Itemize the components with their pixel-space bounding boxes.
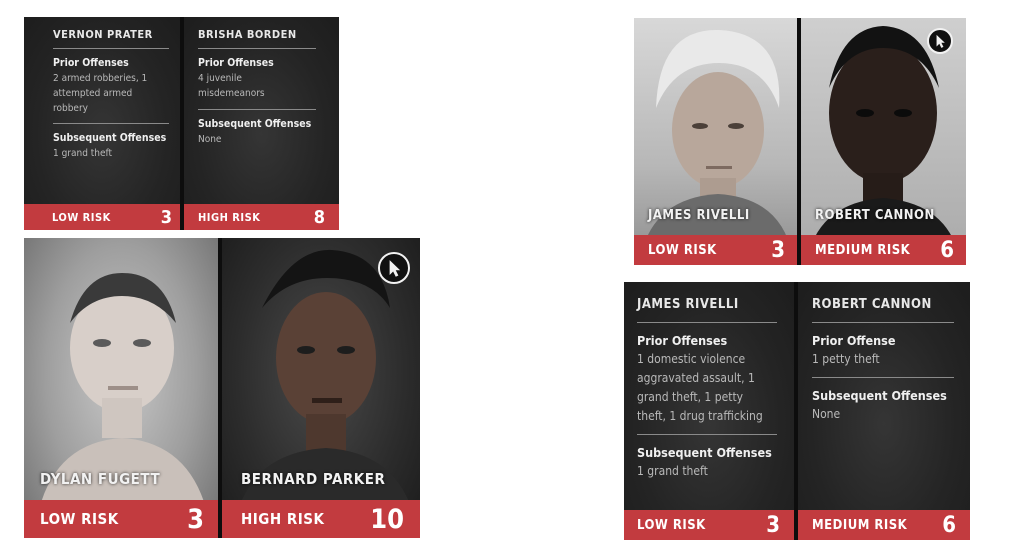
risk-bar: HIGH RISK 8: [184, 204, 339, 230]
prior-offenses-line: 2 armed robberies, 1: [53, 73, 148, 84]
risk-bar: LOW RISK 3: [634, 235, 797, 265]
person-name: JAMES RIVELLI: [648, 208, 750, 223]
divider: [198, 48, 316, 49]
portrait-silhouette: [639, 29, 794, 265]
risk-label: LOW RISK: [52, 210, 111, 224]
risk-bar: HIGH RISK 10: [222, 500, 420, 538]
prior-offense-line: 1 petty theft: [812, 352, 880, 366]
risk-bar: MEDIUM RISK 6: [801, 235, 966, 265]
subsequent-offenses-line: None: [198, 134, 222, 145]
cursor-button[interactable]: [378, 252, 410, 284]
divider: [812, 322, 954, 323]
subsequent-offenses-heading: Subsequent Offenses: [637, 445, 772, 460]
prior-offenses-line: aggravated assault, 1: [637, 371, 755, 385]
prior-offenses-heading: Prior Offenses: [198, 57, 274, 69]
prior-offenses-line: attempted armed: [53, 88, 133, 99]
risk-label: LOW RISK: [40, 510, 119, 528]
risk-label: MEDIUM RISK: [812, 517, 908, 533]
card-dylan-fugett: DYLAN FUGETT LOW RISK 3: [24, 238, 218, 538]
portrait-silhouette: [806, 26, 961, 265]
panel-top-right: JAMES RIVELLI LOW RISK 3 ROBERT CANNON M…: [634, 18, 966, 265]
portrait-silhouette: [34, 273, 212, 538]
risk-label: MEDIUM RISK: [815, 242, 911, 258]
risk-score: 8: [313, 206, 325, 228]
panel-bottom-right: JAMES RIVELLI Prior Offenses 1 domestic …: [624, 282, 970, 540]
card-bernard-parker: BERNARD PARKER HIGH RISK 10: [222, 238, 420, 538]
subsequent-offenses-line: 1 grand theft: [53, 148, 113, 159]
subsequent-offenses-heading: Subsequent Offenses: [812, 388, 947, 403]
divider: [198, 109, 316, 110]
risk-bar: LOW RISK 3: [624, 510, 794, 540]
card-james-rivelli-info: JAMES RIVELLI Prior Offenses 1 domestic …: [624, 282, 794, 540]
divider: [637, 434, 777, 435]
panel-bottom-left: DYLAN FUGETT LOW RISK 3 BERNARD PARKER H…: [24, 238, 420, 538]
risk-bar: LOW RISK 3: [24, 500, 218, 538]
card-vernon-prater: VERNON PRATER Prior Offenses 2 armed rob…: [24, 17, 180, 230]
card-brisha-borden: BRISHA BORDEN Prior Offenses 4 juvenile …: [184, 17, 339, 230]
card-name: JAMES RIVELLI: [637, 297, 739, 312]
prior-offenses-line: 4 juvenile: [198, 73, 242, 84]
prior-offenses-line: grand theft, 1 petty: [637, 390, 744, 404]
subsequent-offenses-heading: Subsequent Offenses: [198, 118, 312, 130]
card-name: BRISHA BORDEN: [198, 28, 297, 41]
card-james-rivelli-photo: JAMES RIVELLI LOW RISK 3: [634, 18, 797, 265]
prior-offenses-line: robbery: [53, 103, 88, 114]
divider: [53, 123, 169, 124]
divider: [637, 322, 777, 323]
subsequent-offenses-line: 1 grand theft: [637, 464, 708, 478]
risk-score: 3: [766, 512, 780, 538]
risk-label: LOW RISK: [637, 517, 706, 533]
cursor-button[interactable]: [927, 28, 953, 54]
person-name: BERNARD PARKER: [241, 470, 386, 488]
prior-offenses-heading: Prior Offenses: [637, 333, 728, 348]
card-robert-cannon-photo: ROBERT CANNON MEDIUM RISK 6: [801, 18, 966, 265]
risk-bar: MEDIUM RISK 6: [798, 510, 970, 540]
risk-score: 6: [942, 512, 956, 538]
cursor-arrow-icon: [389, 260, 401, 277]
card-robert-cannon-info: ROBERT CANNON Prior Offense 1 petty thef…: [798, 282, 970, 540]
divider: [53, 48, 169, 49]
risk-label: HIGH RISK: [198, 210, 261, 224]
card-name: ROBERT CANNON: [812, 297, 932, 312]
risk-score: 3: [160, 206, 172, 228]
divider: [812, 377, 954, 378]
risk-score: 3: [187, 503, 204, 535]
person-name: DYLAN FUGETT: [40, 470, 161, 488]
prior-offenses-line: misdemeanors: [198, 88, 265, 99]
prior-offenses-line: 1 domestic violence: [637, 352, 746, 366]
prior-offenses-line: theft, 1 drug trafficking: [637, 409, 763, 423]
cursor-arrow-icon: [936, 34, 945, 48]
risk-label: HIGH RISK: [241, 510, 325, 528]
risk-label: LOW RISK: [648, 242, 717, 258]
panel-top-left: VERNON PRATER Prior Offenses 2 armed rob…: [24, 17, 339, 230]
person-name: ROBERT CANNON: [815, 208, 935, 223]
subsequent-offenses-heading: Subsequent Offenses: [53, 132, 167, 144]
risk-bar: LOW RISK 3: [24, 204, 180, 230]
subsequent-offenses-line: None: [812, 407, 841, 421]
prior-offenses-heading: Prior Offenses: [53, 57, 129, 69]
prior-offense-heading: Prior Offense: [812, 333, 896, 348]
risk-score: 6: [940, 237, 954, 263]
card-name: VERNON PRATER: [53, 28, 153, 41]
risk-score: 3: [771, 237, 785, 263]
risk-score: 10: [370, 503, 404, 535]
